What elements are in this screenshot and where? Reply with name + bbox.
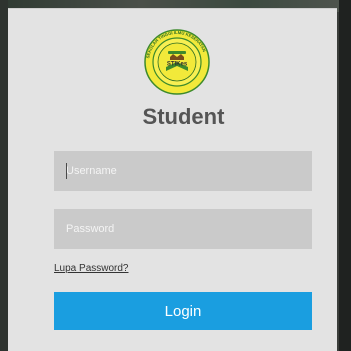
text-cursor [66,163,67,179]
background-left [0,0,8,351]
page-title: Student [142,104,225,129]
login-button[interactable]: Login [54,292,312,330]
forgot-password-link[interactable]: Lupa Password? [54,263,129,274]
password-input[interactable] [54,209,312,249]
school-logo-icon: STIKes SEKOLAH TINGGI ILMU KESEHATAN [144,29,210,95]
logo-text: STIKes [167,62,188,68]
username-input[interactable] [54,151,312,191]
background-right [339,0,351,351]
